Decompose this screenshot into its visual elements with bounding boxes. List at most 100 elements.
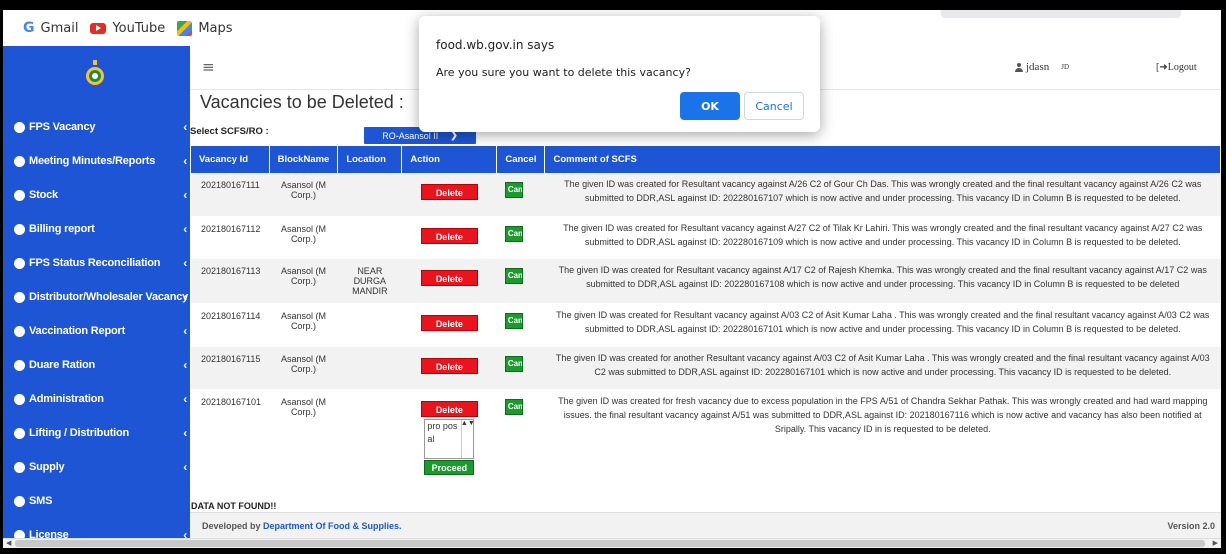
username: jdasn (1026, 61, 1050, 73)
blockname-cell: Asansol (M Corp.) (269, 346, 338, 390)
status-message: DATA NOT FOUND!! (191, 501, 277, 511)
delete-button[interactable]: Delete (420, 184, 478, 200)
bookmark-maps[interactable]: Maps (177, 20, 233, 36)
footer-credit: Developed by Department Of Food & Suppli… (202, 521, 402, 531)
delete-button[interactable]: Delete (420, 269, 478, 286)
sidebar-item[interactable]: Duare Ration ‹ (3, 348, 190, 382)
action-cell: Delete (401, 173, 497, 217)
location-cell (337, 216, 402, 259)
sidebar-item-label: FPS Vacancy (29, 121, 96, 133)
blockname-cell: Asansol (M Corp.) (269, 258, 338, 304)
cancel-cell: Cancel (496, 258, 545, 304)
circle-bullet-icon (14, 291, 25, 303)
chevron-left-icon: ‹ (183, 188, 187, 202)
sidebar-item[interactable]: Billing report ‹ (3, 212, 190, 246)
dialog-cancel-button[interactable]: Cancel (744, 92, 804, 120)
cancel-button[interactable]: Cancel (504, 267, 523, 284)
proposal-textarea[interactable]: pro pos al ▲▼ (424, 418, 475, 459)
action-cell: Delete (401, 346, 497, 390)
sidebar-item[interactable]: FPS Vacancy ‹ (3, 110, 190, 144)
sidebar-item-label: Meeting Minutes/Reports (29, 155, 156, 167)
circle-bullet-icon (14, 495, 25, 507)
circle-bullet-icon (14, 427, 25, 439)
chevron-left-icon: ‹ (183, 154, 187, 168)
delete-button[interactable]: Delete (420, 314, 478, 331)
table-row: 202180167112Asansol (M Corp.) Delete Cance… (191, 216, 1221, 259)
location-cell (337, 303, 402, 347)
footer-version: Version 2.0 (1167, 521, 1215, 531)
dialog-message: Are you sure you want to delete this vac… (436, 66, 691, 79)
sidebar-item[interactable]: SMS (3, 484, 190, 518)
chevron-left-icon: ‹ (183, 426, 187, 440)
delete-button[interactable]: Delete (420, 400, 478, 417)
cancel-button[interactable]: Cancel (504, 398, 523, 415)
comment-cell: The given ID was created for Resultant v… (544, 258, 1221, 304)
cancel-button[interactable]: Cancel (504, 355, 523, 372)
sidebar-item-label: FPS Status Reconciliation (29, 257, 161, 269)
table-header-row: Vacancy Id BlockName Location Action Can… (191, 146, 1221, 173)
chevron-left-icon: ‹ (183, 460, 187, 474)
circle-bullet-icon (14, 461, 25, 473)
logout-link[interactable]: [➜Logout (1156, 62, 1197, 73)
chevron-left-icon: ‹ (183, 392, 187, 406)
horizontal-scrollbar[interactable]: ◀ ▶ (3, 538, 1221, 548)
action-cell: Delete pro pos al ▲▼ Proceed (401, 389, 497, 483)
chevron-left-icon: ‹ (183, 222, 187, 236)
page-title: Vacancies to be Deleted : (200, 92, 404, 112)
col-header-vacancy-id: Vacancy Id (191, 146, 270, 173)
sidebar-item[interactable]: Supply ‹ (3, 450, 190, 484)
maps-icon (177, 20, 193, 36)
sidebar-item[interactable]: Lifting / Distribution ‹ (3, 416, 190, 450)
chevron-left-icon: ‹ (183, 120, 187, 134)
sidebar-item-label: SMS (29, 495, 53, 507)
footer-department-link[interactable]: Department Of Food & Supplies. (263, 521, 402, 531)
scroll-left-icon[interactable]: ◀ (6, 539, 11, 547)
user-icon (1015, 62, 1023, 72)
cancel-button[interactable]: Cancel (504, 312, 523, 329)
sidebar-item-label: Administration (29, 393, 104, 405)
sidebar-item[interactable]: Stock ‹ (3, 178, 190, 212)
circle-bullet-icon (14, 325, 25, 337)
sidebar-item[interactable]: Meeting Minutes/Reports ‹ (3, 144, 190, 178)
blockname-cell: Asansol (M Corp.) (269, 173, 338, 217)
scrollbar-thumb[interactable] (15, 540, 1205, 547)
sidebar-item[interactable]: Distributor/Wholesaler Vacancy ‹ (3, 280, 190, 314)
select-value: RO-Asansol II (382, 130, 439, 141)
user-menu[interactable]: jdasn JD (1015, 61, 1069, 73)
table-row: 202180167114Asansol (M Corp.) Delete Cance… (191, 303, 1221, 347)
bookmark-label: Maps (198, 20, 233, 36)
cancel-button[interactable]: Cancel (504, 182, 523, 198)
sidebar-item-label: Supply (29, 461, 65, 473)
sidebar-item[interactable]: Vaccination Report ‹ (3, 314, 190, 348)
delete-button[interactable]: Delete (420, 227, 478, 244)
menu-toggle-icon[interactable]: ≡ (202, 58, 215, 76)
bookmark-gmail[interactable]: G Gmail (23, 20, 78, 36)
sidebar-item-label: Lifting / Distribution (29, 427, 130, 439)
footer: Developed by Department Of Food & Suppli… (190, 512, 1221, 538)
comment-cell: The given ID was created for Resultant v… (544, 216, 1221, 259)
delete-button[interactable]: Delete (420, 357, 478, 374)
action-cell: Delete (401, 216, 497, 259)
action-cell: Delete (401, 258, 497, 304)
sidebar-item[interactable]: Administration ‹ (3, 382, 190, 416)
textarea-scroll-icon[interactable]: ▲▼ (461, 419, 475, 458)
circle-bullet-icon (14, 121, 25, 133)
cancel-button[interactable]: Cancel (504, 225, 523, 242)
dialog-ok-button[interactable]: OK (680, 92, 740, 120)
confirm-dialog: food.wb.gov.in says Are you sure you wan… (419, 16, 820, 132)
comment-cell: The given ID was created for Resultant v… (544, 173, 1221, 217)
bookmark-label: Gmail (40, 20, 79, 36)
vacancy-id-cell: 202180167115 (191, 346, 270, 390)
vacancy-id-cell: 202180167114 (191, 303, 270, 347)
sidebar-item-label: Vaccination Report (29, 325, 126, 337)
col-header-blockname: BlockName (269, 146, 339, 173)
sidebar-item[interactable]: FPS Status Reconciliation ‹ (3, 246, 190, 280)
comment-cell: The given ID was created for fresh vacan… (544, 389, 1221, 483)
bookmark-youtube[interactable]: YouTube (90, 21, 165, 36)
location-cell (337, 173, 402, 217)
cancel-cell: Cancel (496, 303, 545, 347)
scroll-right-icon[interactable]: ▶ (1213, 539, 1218, 547)
circle-bullet-icon (14, 223, 25, 235)
chevron-left-icon: ‹ (183, 358, 187, 372)
proceed-button[interactable]: Proceed (424, 459, 475, 475)
